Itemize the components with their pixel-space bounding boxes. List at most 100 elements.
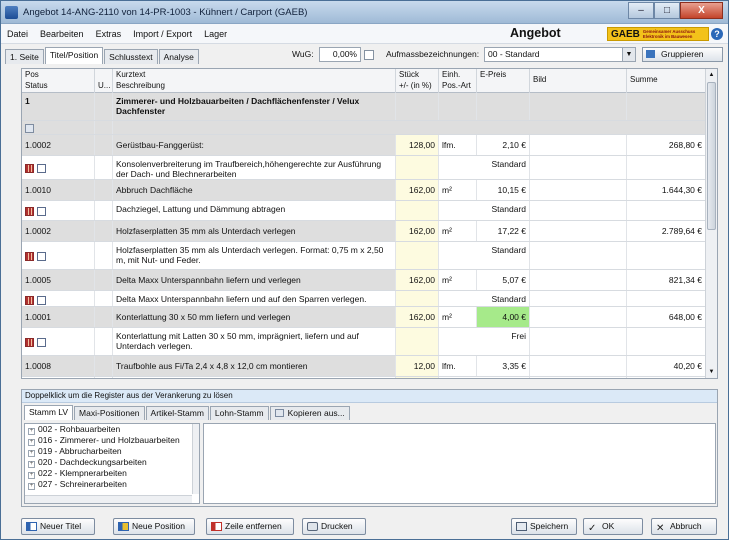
tree-item[interactable]: +016 - Zimmerer- und Holzbauarbeiten [25, 435, 199, 446]
stueck-cell[interactable]: 162,00 [396, 307, 439, 327]
menu-lager[interactable]: Lager [204, 29, 227, 39]
tab-kopieren-aus[interactable]: Kopieren aus... [269, 406, 350, 420]
table-row-detail[interactable]: Dachziegel, Lattung und Dämmung abtragen… [22, 201, 706, 221]
einheit-cell[interactable]: lfm. [439, 356, 477, 376]
table-row-detail[interactable]: Delta Maxx Unterspannbahn liefern und au… [22, 291, 706, 307]
calculation-icon[interactable] [25, 296, 34, 305]
scroll-down-icon[interactable]: ▼ [706, 366, 717, 378]
menu-bearbeiten[interactable]: Bearbeiten [40, 29, 84, 39]
kurztext-cell[interactable]: Konterlattung 30 x 50 mm liefern und ver… [113, 307, 396, 327]
neuer-titel-button[interactable]: Neuer Titel [21, 518, 95, 535]
tab-artikel-stamm[interactable]: Artikel-Stamm [145, 406, 209, 420]
kurztext-cell[interactable]: Abbruch Dachfläche [113, 180, 396, 200]
posart-cell[interactable]: Standard [439, 377, 530, 378]
menu-extras[interactable]: Extras [96, 29, 122, 39]
tree-hscroll[interactable] [25, 495, 192, 503]
table-row[interactable]: 1.0001 Konterlattung 30 x 50 mm liefern u… [22, 307, 706, 328]
col-bild[interactable]: Bild [530, 69, 627, 93]
epreis-cell[interactable]: 10,15 € [477, 180, 530, 200]
bild-cell[interactable] [530, 270, 627, 290]
tree-item[interactable]: +002 - Rohbauarbeiten [25, 424, 199, 435]
einheit-cell[interactable]: m² [439, 221, 477, 241]
tree-item[interactable]: +022 - Klempnerarbeiten [25, 468, 199, 479]
aufmass-select[interactable]: 00 - Standard ▼ [484, 47, 636, 62]
tab-stamm-lv[interactable]: Stamm LV [24, 405, 74, 420]
epreis-cell[interactable]: 4,00 € [477, 307, 530, 327]
table-row[interactable]: 1.0005 Delta Maxx Unterspannbahn liefern … [22, 270, 706, 291]
zeile-entfernen-button[interactable]: Zeile entfernen [206, 518, 294, 535]
neue-position-button[interactable]: Neue Position [113, 518, 195, 535]
bild-cell[interactable] [530, 221, 627, 241]
epreis-cell[interactable]: 3,35 € [477, 356, 530, 376]
expand-icon[interactable]: + [28, 472, 35, 479]
gruppieren-button[interactable]: Gruppieren [642, 47, 723, 62]
drucken-button[interactable]: Drucken [302, 518, 366, 535]
einheit-cell[interactable]: m² [439, 307, 477, 327]
einheit-cell[interactable]: lfm. [439, 135, 477, 155]
document-icon[interactable] [37, 338, 46, 347]
help-icon[interactable]: ? [711, 28, 723, 40]
expand-icon[interactable]: + [28, 428, 35, 435]
calculation-icon[interactable] [25, 207, 34, 216]
kurztext-cell[interactable]: Gerüstbau-Fanggerüst: [113, 135, 396, 155]
menu-import-export[interactable]: Import / Export [133, 29, 192, 39]
grid-scrollbar[interactable]: ▲ ▼ [705, 69, 717, 378]
wug-input[interactable]: 0,00% [319, 47, 361, 62]
stueck-cell[interactable]: 162,00 [396, 270, 439, 290]
bild-cell[interactable] [530, 307, 627, 327]
expand-icon[interactable]: + [28, 439, 35, 446]
abbrechen-button[interactable]: ✕ Abbruch [651, 518, 717, 535]
speichern-button[interactable]: Speichern [511, 518, 577, 535]
document-icon[interactable] [37, 207, 46, 216]
document-icon[interactable] [37, 164, 46, 173]
tree-item[interactable]: +020 - Dachdeckungsarbeiten [25, 457, 199, 468]
posart-cell[interactable]: Frei [439, 328, 530, 355]
bild-cell[interactable] [530, 356, 627, 376]
ok-button[interactable]: ✓ OK [583, 518, 643, 535]
tab-maxi-positionen[interactable]: Maxi-Positionen [74, 406, 145, 420]
tree-item[interactable]: +019 - Abbrucharbeiten [25, 446, 199, 457]
table-row-detail[interactable]: Konsolenverbreiterung im Traufbereich,hö… [22, 156, 706, 180]
document-icon[interactable] [37, 252, 46, 261]
expand-icon[interactable]: + [28, 483, 35, 490]
beschreibung-cell[interactable]: Holzfaserplatten 35 mm als Unterdach ver… [113, 242, 396, 269]
epreis-cell[interactable]: 2,10 € [477, 135, 530, 155]
kurztext-cell[interactable]: Holzfaserplatten 35 mm als Unterdach ver… [113, 221, 396, 241]
bild-cell[interactable] [530, 180, 627, 200]
table-row[interactable]: 1.0002 Gerüstbau-Fanggerüst: 128,00 lfm. 2,1… [22, 135, 706, 156]
col-epreis[interactable]: E-Preis [477, 69, 530, 93]
document-icon[interactable] [37, 296, 46, 305]
scroll-thumb[interactable] [707, 82, 716, 230]
stueck-cell[interactable]: 128,00 [396, 135, 439, 155]
tab-lohn-stamm[interactable]: Lohn-Stamm [209, 406, 269, 420]
posart-cell[interactable]: Standard [439, 291, 530, 306]
col-u[interactable]: U... [95, 69, 113, 93]
close-button[interactable]: X [680, 2, 723, 19]
table-row[interactable]: 1.0008 Traufbohle aus Fi/Ta 2,4 x 4,8 x 1… [22, 356, 706, 377]
col-kurztext[interactable]: Kurztext Beschreibung [113, 69, 396, 93]
maximize-button[interactable]: □ [654, 2, 680, 19]
table-row-detail[interactable]: Holzfaserplatten 35 mm als Unterdach ver… [22, 242, 706, 270]
beschreibung-cell[interactable]: Dachziegel, Lattung und Dämmung abtragen [113, 201, 396, 220]
stueck-cell[interactable]: 162,00 [396, 221, 439, 241]
kurztext-cell[interactable]: Traufbohle aus Fi/Ta 2,4 x 4,8 x 12,0 cm… [113, 356, 396, 376]
menu-datei[interactable]: Datei [7, 29, 28, 39]
einheit-cell[interactable]: m² [439, 180, 477, 200]
beschreibung-cell[interactable]: Traufbohle aus Fi/Ta 2,4 x 4,8 x 12,0 cm… [113, 377, 396, 378]
beschreibung-cell[interactable]: Konsolenverbreiterung im Traufbereich,hö… [113, 156, 396, 179]
einheit-cell[interactable]: m² [439, 270, 477, 290]
table-row[interactable]: 1.0002 Holzfaserplatten 35 mm als Unterda… [22, 221, 706, 242]
expand-icon[interactable]: + [28, 461, 35, 468]
beschreibung-cell[interactable]: Delta Maxx Unterspannbahn liefern und au… [113, 291, 396, 306]
posart-cell[interactable]: Standard [439, 201, 530, 220]
posart-cell[interactable]: Standard [439, 242, 530, 269]
calculation-icon[interactable] [25, 338, 34, 347]
stueck-cell[interactable]: 12,00 [396, 356, 439, 376]
posart-cell[interactable]: Standard [439, 156, 530, 179]
col-pos-status[interactable]: Pos Status [22, 69, 95, 93]
table-row[interactable]: 1.0010 Abbruch Dachfläche 162,00 m² 10,15 € 1… [22, 180, 706, 201]
wug-checkbox[interactable] [364, 50, 374, 60]
table-row-detail[interactable]: Traufbohle aus Fi/Ta 2,4 x 4,8 x 12,0 cm… [22, 377, 706, 378]
calculation-icon[interactable] [25, 252, 34, 261]
stueck-cell[interactable]: 162,00 [396, 180, 439, 200]
